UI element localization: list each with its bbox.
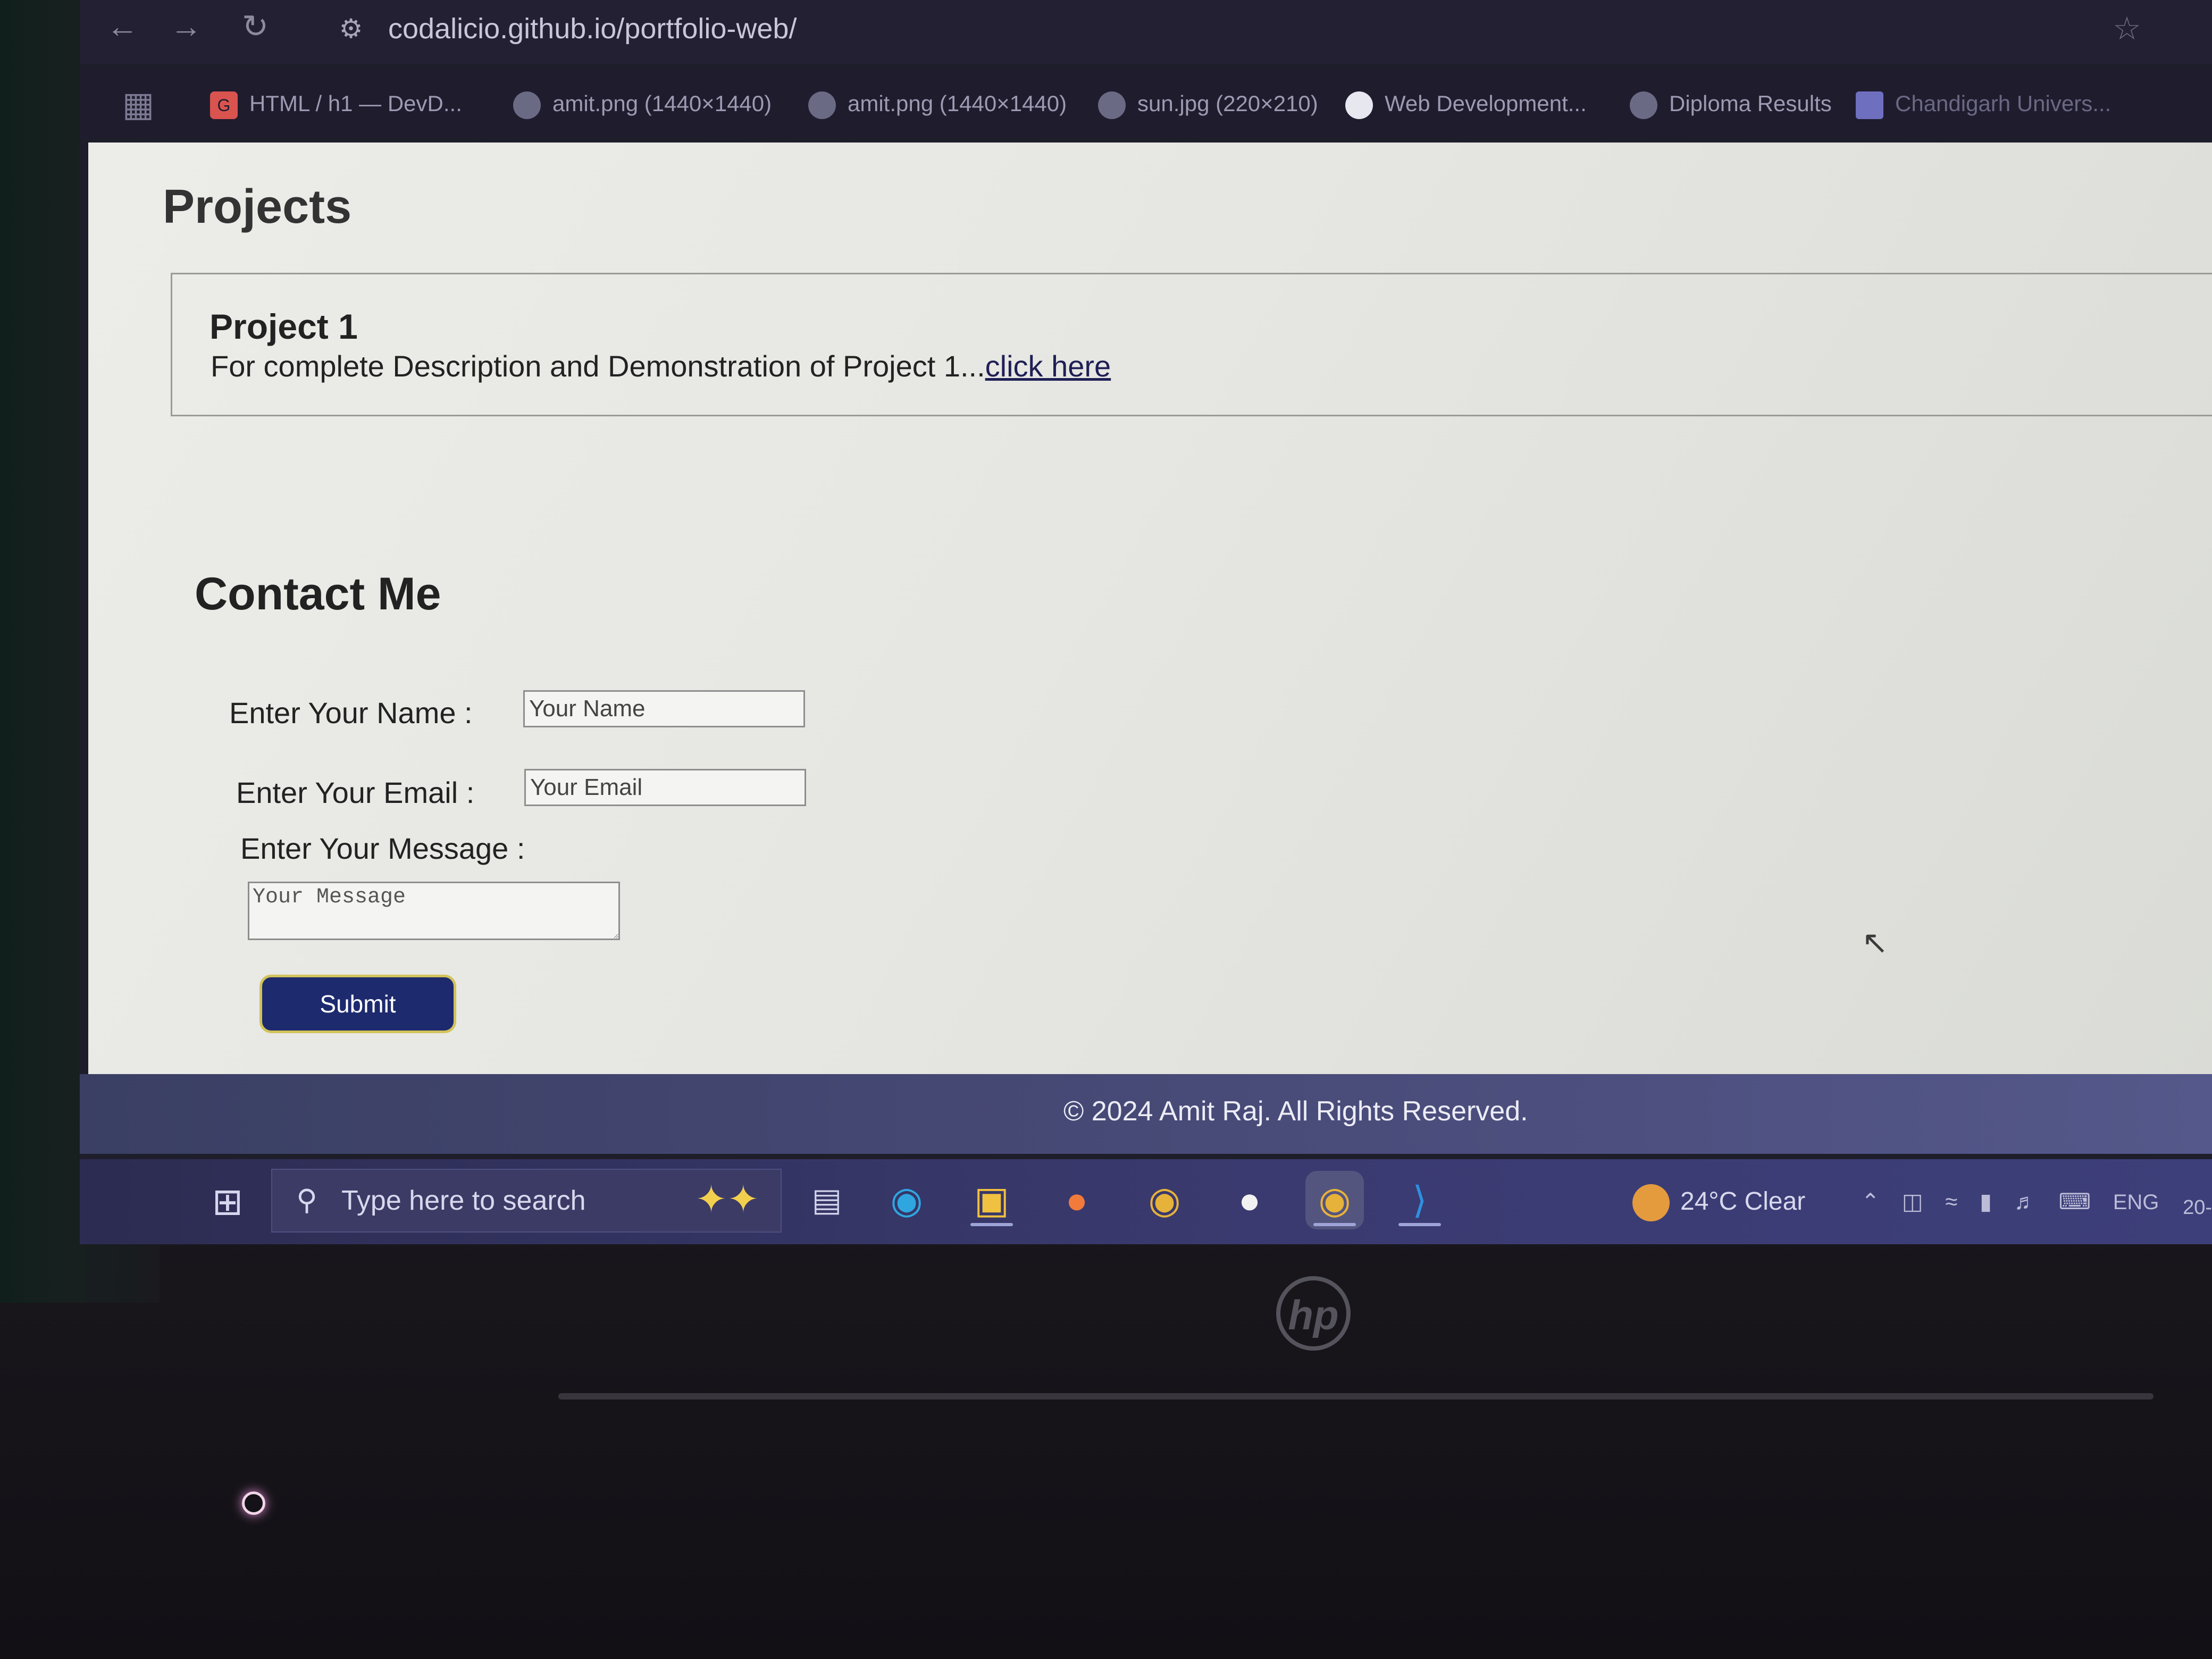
page-footer: © 2024 Amit Raj. All Rights Reserved.	[80, 1074, 2212, 1154]
device-icon[interactable]: ◫	[1902, 1189, 1923, 1214]
site-info-icon[interactable]: ⚙	[330, 7, 372, 50]
name-input[interactable]	[523, 690, 805, 727]
laptop-screen: ← → ↻ ⚙ codalicio.github.io/portfolio-we…	[80, 0, 2212, 1244]
firefox-icon[interactable]: ●	[1048, 1171, 1106, 1229]
bookmark-item[interactable]: amit.png (1440×1440)	[808, 85, 1067, 122]
bookmark-label: Web Development...	[1385, 91, 1587, 116]
project-card: Project 1 For complete Description and D…	[171, 273, 2212, 416]
bookmark-item[interactable]: Chandigarh Univers...	[1856, 85, 2111, 122]
windows-start-icon[interactable]: ⊞	[207, 1182, 248, 1222]
active-indicator	[1398, 1223, 1441, 1226]
bookmark-label: Diploma Results	[1669, 91, 1832, 116]
weather-text: 24°C Clear	[1680, 1187, 1806, 1216]
email-input[interactable]	[524, 769, 806, 806]
mouse-cursor-icon: ↖	[1862, 925, 1889, 960]
active-indicator	[970, 1223, 1013, 1226]
battery-icon[interactable]: ▮	[1980, 1189, 1992, 1214]
chrome-icon[interactable]: ◉	[1305, 1171, 1364, 1229]
list-icon	[1856, 91, 1883, 119]
app-icon[interactable]: ●	[1220, 1171, 1279, 1229]
email-label: Enter Your Email :	[236, 776, 475, 809]
file-explorer-icon[interactable]: ▣	[962, 1171, 1021, 1229]
wifi-icon[interactable]: ≈	[1945, 1189, 1957, 1214]
language-indicator[interactable]: ENG	[2113, 1191, 2159, 1214]
task-view-icon[interactable]: ▤	[798, 1171, 856, 1229]
project-description: For complete Description and Demonstrati…	[211, 349, 1111, 383]
devdocs-icon: G	[210, 91, 238, 119]
footer-text: © 2024 Amit Raj. All Rights Reserved.	[1063, 1096, 1528, 1127]
browser-toolbar: ← → ↻ ⚙ codalicio.github.io/portfolio-we…	[80, 0, 2212, 64]
submit-button[interactable]: Submit	[259, 975, 456, 1033]
system-tray: ⌃ ◫ ≈ ▮ ♬ ⌨ ENG	[1861, 1180, 2175, 1223]
bookmark-label: amit.png (1440×1440)	[848, 91, 1067, 116]
forward-button[interactable]: →	[165, 5, 207, 48]
bookmark-label: amit.png (1440×1440)	[552, 91, 772, 116]
arrow-left-icon: ←	[106, 9, 138, 44]
project-link[interactable]: click here	[985, 349, 1111, 383]
site-icon	[1345, 91, 1373, 119]
arrow-right-icon: →	[170, 9, 202, 44]
bookmark-item[interactable]: G HTML / h1 — DevD...	[210, 85, 462, 122]
bookmark-item[interactable]: Diploma Results	[1630, 85, 1832, 122]
keyboard-icon[interactable]: ⌨	[2058, 1189, 2091, 1214]
back-button[interactable]: ←	[101, 5, 144, 48]
search-icon: ⚲	[296, 1184, 317, 1216]
globe-icon	[513, 91, 541, 119]
bookmark-item[interactable]: sun.jpg (220×210)	[1098, 85, 1318, 122]
chevron-up-icon[interactable]: ⌃	[1861, 1189, 1880, 1214]
bookmark-item[interactable]: amit.png (1440×1440)	[513, 85, 772, 122]
message-textarea[interactable]	[248, 882, 620, 940]
reload-button[interactable]: ↻	[234, 5, 276, 48]
globe-icon	[1630, 91, 1657, 119]
name-label: Enter Your Name :	[229, 696, 473, 730]
apps-grid-icon[interactable]: ▦	[117, 83, 160, 125]
web-page: Projects Project 1 For complete Descript…	[88, 143, 2212, 1089]
vscode-icon[interactable]: ⟩	[1390, 1171, 1449, 1229]
bookmark-star-icon[interactable]: ☆	[2106, 7, 2148, 50]
contact-heading: Contact Me	[195, 568, 441, 619]
globe-icon	[808, 91, 836, 119]
bookmark-item[interactable]: Web Development...	[1345, 85, 1587, 122]
project-description-text: For complete Description and Demonstrati…	[211, 349, 985, 383]
hp-logo: hp	[1276, 1276, 1351, 1351]
bookmark-label: sun.jpg (220×210)	[1137, 91, 1318, 116]
bookmark-label: HTML / h1 — DevD...	[249, 91, 462, 116]
weather-widget[interactable]: 24°C Clear	[1632, 1180, 1805, 1223]
search-placeholder: Type here to search	[341, 1185, 586, 1216]
project-title: Project 1	[210, 307, 358, 346]
globe-icon	[1098, 91, 1126, 119]
address-bar[interactable]: codalicio.github.io/portfolio-web/	[388, 7, 797, 50]
volume-icon[interactable]: ♬	[2014, 1189, 2037, 1214]
weather-icon	[1632, 1184, 1670, 1222]
copilot-sparkle-icon: ✦✦	[695, 1178, 759, 1221]
windows-taskbar: ⊞ ⚲ Type here to search ✦✦ ▤ ◉ ▣ ● ◉ ● ◉…	[80, 1159, 2212, 1244]
power-icon	[242, 1492, 265, 1515]
chrome-icon[interactable]: ◉	[1135, 1171, 1194, 1229]
message-label: Enter Your Message :	[240, 832, 525, 865]
bookmarks-bar: ▦ G HTML / h1 — DevD... amit.png (1440×14…	[80, 69, 2212, 138]
reload-icon: ↻	[241, 9, 269, 44]
taskbar-search[interactable]: ⚲ Type here to search ✦✦	[271, 1169, 782, 1233]
edge-icon[interactable]: ◉	[877, 1171, 936, 1229]
bookmark-label: Chandigarh Univers...	[1895, 91, 2112, 116]
projects-heading: Projects	[163, 180, 352, 233]
clock[interactable]: 20-	[2183, 1196, 2212, 1219]
laptop-hinge	[558, 1393, 2154, 1400]
active-indicator	[1313, 1223, 1356, 1226]
